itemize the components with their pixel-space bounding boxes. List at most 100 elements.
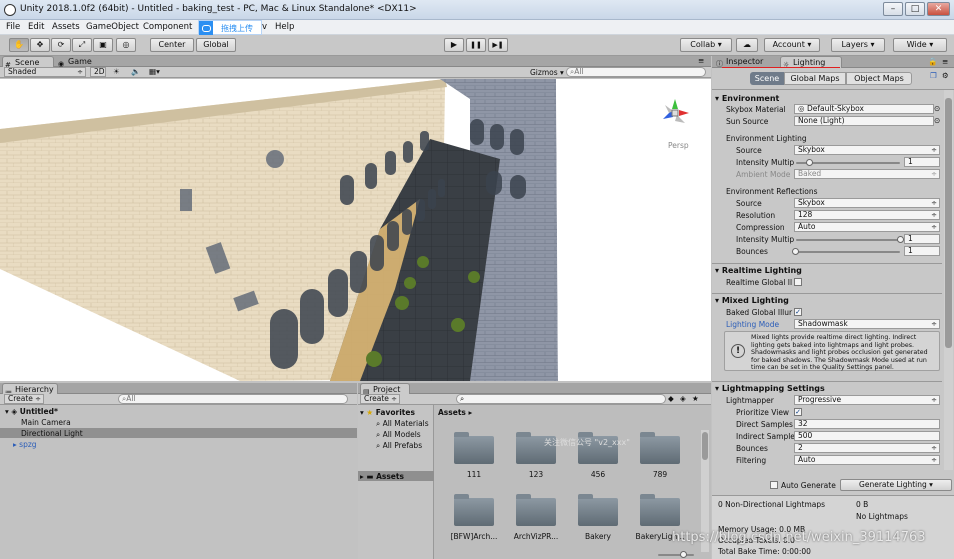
menu-window-partial[interactable]: v	[262, 22, 267, 32]
panel-menu-icon[interactable]: ≡	[698, 56, 704, 65]
env-source-dropdown[interactable]: Skybox	[794, 145, 940, 155]
menu-file[interactable]: File	[6, 22, 20, 32]
hierarchy-item-directional-light[interactable]: Directional Light	[21, 429, 83, 438]
tab-hierarchy[interactable]: ≔ Hierarchy	[2, 383, 58, 396]
lm-bounces-dropdown[interactable]: 2	[794, 443, 940, 453]
folder-icon[interactable]	[454, 432, 494, 464]
play-button[interactable]: ▶	[444, 38, 464, 52]
tab-scene[interactable]: # Scene	[2, 56, 54, 69]
folder-label-123[interactable]: 123	[505, 470, 567, 479]
hierarchy-item-spzg[interactable]: ▸ spzg	[13, 440, 37, 449]
close-button[interactable]: ✕	[927, 2, 950, 16]
folder-label-789[interactable]: 789	[629, 470, 691, 479]
filter-type-icon[interactable]: ◆	[668, 394, 674, 403]
tab-game[interactable]: ◉ Game	[56, 56, 108, 68]
favorites-folder[interactable]: ▾ ★ Favorites	[360, 408, 415, 417]
menu-assets[interactable]: Assets	[52, 22, 80, 32]
object-picker-icon[interactable]: ⊙	[934, 116, 940, 125]
section-environment[interactable]: ▾ Environment	[715, 94, 779, 103]
assets-breadcrumb[interactable]: Assets ▸	[438, 408, 472, 417]
folder-icon[interactable]	[640, 432, 680, 464]
indirect-samples-field[interactable]: 500	[794, 431, 940, 441]
maximize-button[interactable]: □	[905, 2, 925, 16]
collab-button[interactable]: Collab ▾	[680, 38, 732, 52]
menu-help[interactable]: Help	[275, 22, 294, 32]
folder-icon[interactable]	[454, 494, 494, 526]
section-lightmapping[interactable]: ▾ Lightmapping Settings	[715, 384, 825, 393]
scene-root-item[interactable]: ▾ ◈ Untitled*	[5, 407, 58, 416]
fav-all-prefabs[interactable]: ⌕ All Prefabs	[376, 441, 422, 451]
space-global-button[interactable]: Global	[196, 38, 236, 52]
folder-icon[interactable]	[578, 494, 618, 526]
lighting-scrollbar[interactable]	[944, 90, 953, 470]
orientation-gizmo[interactable]	[657, 95, 693, 131]
favorite-star-icon[interactable]: ★	[692, 394, 699, 403]
account-dropdown[interactable]: Account ▾	[764, 38, 820, 52]
refl-intensity-slider[interactable]	[796, 239, 900, 241]
refl-intensity-knob[interactable]	[897, 236, 904, 243]
step-button[interactable]: ▶❚	[488, 38, 508, 52]
folder-label-bfw[interactable]: [BFW]Arch...	[443, 532, 505, 541]
prioritize-view-checkbox[interactable]: ✓	[794, 408, 802, 416]
section-realtime[interactable]: ▾ Realtime Lighting	[715, 266, 802, 275]
folder-label-bakery[interactable]: Bakery	[567, 532, 629, 541]
direct-samples-field[interactable]: 32	[794, 419, 940, 429]
scene-search-input[interactable]: ⌕All	[566, 67, 706, 77]
intensity-slider-knob[interactable]	[806, 159, 813, 166]
fav-all-models[interactable]: ⌕ All Models	[376, 430, 421, 440]
layers-dropdown[interactable]: Layers ▾	[831, 38, 885, 52]
pivot-center-button[interactable]: Center	[150, 38, 194, 52]
folder-icon[interactable]	[640, 494, 680, 526]
rect-tool-icon[interactable]: ▣	[93, 38, 113, 52]
lighting-help-icon[interactable]: ❐	[930, 71, 937, 80]
menu-gameobject[interactable]: GameObject	[86, 22, 139, 32]
2d-toggle[interactable]: 2D	[90, 67, 106, 77]
subtab-global-maps[interactable]: Global Maps	[784, 72, 846, 85]
object-picker-icon[interactable]: ⊙	[934, 104, 940, 113]
project-search-input[interactable]: ⌕	[456, 394, 666, 404]
scene-viewport[interactable]: Persp	[0, 79, 711, 381]
hierarchy-create-dropdown[interactable]: Create	[4, 394, 44, 404]
shading-mode-dropdown[interactable]: Shaded	[4, 67, 86, 77]
baked-gi-checkbox[interactable]: ✓	[794, 308, 802, 316]
project-create-dropdown[interactable]: Create	[360, 394, 400, 404]
subtab-scene[interactable]: Scene	[750, 72, 784, 85]
refl-bounces-slider[interactable]	[796, 251, 900, 253]
hierarchy-item-main-camera[interactable]: Main Camera	[21, 418, 71, 427]
hierarchy-search-input[interactable]: ⌕All	[118, 394, 348, 404]
filter-label-icon[interactable]: ◈	[680, 394, 686, 403]
pause-button[interactable]: ❚❚	[466, 38, 486, 52]
refl-bounces-knob[interactable]	[792, 248, 799, 255]
section-mixed[interactable]: ▾ Mixed Lighting	[715, 296, 789, 305]
minimize-button[interactable]: –	[883, 2, 903, 16]
refl-bounces-field[interactable]: 1	[904, 246, 940, 256]
fav-all-materials[interactable]: ⌕ All Materials	[376, 419, 429, 429]
refl-intensity-field[interactable]: 1	[904, 234, 940, 244]
folder-icon[interactable]	[516, 494, 556, 526]
upload-overlay-button[interactable]: 拖拽上传	[198, 20, 262, 35]
hand-tool-icon[interactable]: ✋	[9, 38, 29, 52]
resolution-dropdown[interactable]: 128	[794, 210, 940, 220]
tab-project[interactable]: ▤ Project	[360, 383, 410, 396]
skybox-field[interactable]: ◎ Default-Skybox	[794, 104, 934, 114]
folder-label-111[interactable]: 111	[443, 470, 505, 479]
auto-generate-checkbox[interactable]	[770, 481, 778, 489]
panel-menu-icon[interactable]: ≡	[942, 57, 948, 66]
realtime-gi-checkbox[interactable]	[794, 278, 802, 286]
intensity-field[interactable]: 1	[904, 157, 940, 167]
menu-edit[interactable]: Edit	[28, 22, 44, 32]
lighting-toggle-icon[interactable]: ☀	[113, 67, 120, 76]
scale-tool-icon[interactable]: ⤢	[72, 38, 92, 52]
compression-dropdown[interactable]: Auto	[794, 222, 940, 232]
transform-tool-icon[interactable]: ◎	[116, 38, 136, 52]
audio-toggle-icon[interactable]: 🔈	[131, 67, 140, 76]
rotate-tool-icon[interactable]: ⟳	[51, 38, 71, 52]
lock-icon[interactable]: 🔒	[928, 57, 937, 66]
move-tool-icon[interactable]: ✥	[30, 38, 50, 52]
folder-label-456[interactable]: 456	[567, 470, 629, 479]
lighting-scroll-thumb[interactable]	[945, 98, 952, 348]
lighting-mode-dropdown[interactable]: Shadowmask	[794, 319, 940, 329]
gizmos-dropdown[interactable]: Gizmos ▾	[530, 68, 564, 77]
icon-size-knob[interactable]	[680, 551, 687, 558]
refl-source-dropdown[interactable]: Skybox	[794, 198, 940, 208]
